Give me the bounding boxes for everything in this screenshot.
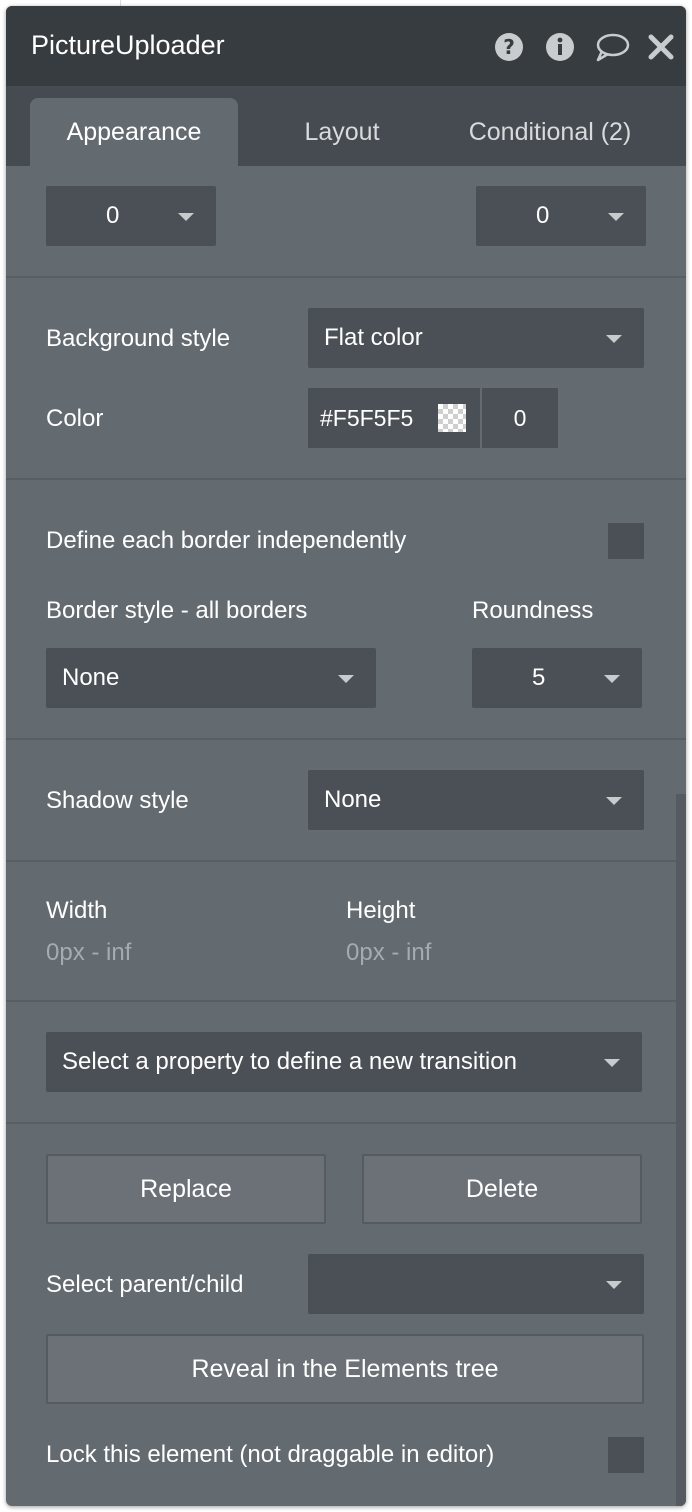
lock-element-checkbox[interactable] [608,1437,644,1473]
tab-appearance[interactable]: Appearance [30,98,238,166]
background-style-value: Flat color [324,324,423,351]
section-divider [6,1122,686,1124]
help-icon[interactable]: ? [494,32,524,62]
top-left-dropdown[interactable]: 0 [46,186,216,246]
roundness-label: Roundness [472,597,594,624]
tab-layout[interactable]: Layout [268,98,416,166]
svg-text:?: ? [503,35,515,59]
border-style-dropdown[interactable]: None [46,648,376,708]
property-editor-panel: PictureUploader ? Appearance Layout Cond… [6,6,686,1506]
section-divider [6,276,686,278]
delete-button[interactable]: Delete [362,1154,642,1224]
chevron-down-icon [608,213,624,221]
border-independent-label: Define each border independently [46,527,407,554]
replace-button[interactable]: Replace [46,1154,326,1224]
chevron-down-icon [178,213,194,221]
color-label: Color [46,405,104,432]
parent-child-dropdown[interactable] [308,1254,644,1314]
parent-child-label: Select parent/child [46,1271,244,1298]
tab-bar: Appearance Layout Conditional (2) [6,86,686,166]
panel-title: PictureUploader [31,30,225,60]
roundness-value: 5 [532,664,546,691]
info-icon[interactable] [545,32,575,62]
chevron-down-icon [606,797,622,805]
border-independent-checkbox[interactable] [608,523,644,559]
transition-dropdown[interactable]: Select a property to define a new transi… [46,1032,642,1092]
top-right-value: 0 [536,202,550,229]
close-icon[interactable] [647,32,675,62]
section-divider [6,1000,686,1002]
chevron-down-icon [604,1059,620,1067]
top-left-value: 0 [106,202,120,229]
background-style-dropdown[interactable]: Flat color [308,308,644,368]
shadow-style-label: Shadow style [46,787,189,814]
tab-conditional[interactable]: Conditional (2) [446,98,654,166]
section-divider [6,738,686,740]
section-divider [6,478,686,480]
comment-icon[interactable] [594,32,630,62]
background-style-label: Background style [46,325,231,352]
color-picker: #F5F5F5 0 [308,388,558,448]
chevron-down-icon [338,675,354,683]
chevron-down-icon [606,335,622,343]
width-value: 0px - inf [46,939,132,966]
border-style-label: Border style - all borders [46,597,308,624]
lock-element-label: Lock this element (not draggable in edit… [46,1441,495,1468]
reveal-in-elements-tree-button[interactable]: Reveal in the Elements tree [46,1334,644,1404]
height-value: 0px - inf [346,939,432,966]
color-opacity-input[interactable]: 0 [482,388,558,448]
panel-header[interactable]: PictureUploader ? [6,6,686,86]
top-right-dropdown[interactable]: 0 [476,186,646,246]
scrollbar[interactable] [676,794,686,1506]
color-swatch[interactable] [438,404,466,432]
shadow-style-dropdown[interactable]: None [308,770,644,830]
chevron-down-icon [604,675,620,683]
transition-placeholder: Select a property to define a new transi… [62,1048,517,1075]
width-label: Width [46,897,108,924]
roundness-dropdown[interactable]: 5 [472,648,642,708]
section-divider [6,860,686,862]
border-style-value: None [62,664,120,691]
height-label: Height [346,897,416,924]
chevron-down-icon [606,1281,622,1289]
shadow-style-value: None [324,786,382,813]
